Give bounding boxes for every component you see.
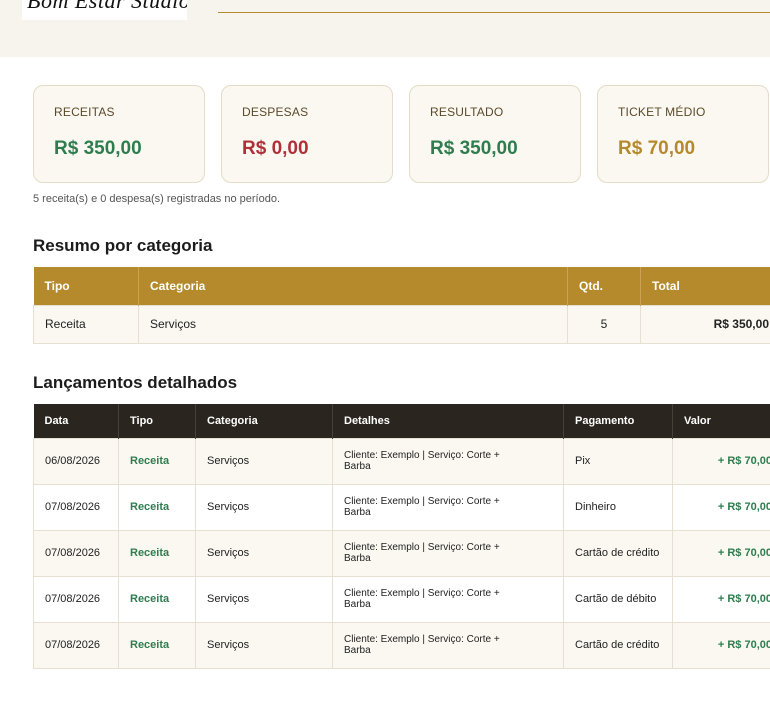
details-title: Lançamentos detalhados xyxy=(33,373,238,392)
cell-valor: + R$ 70,00 xyxy=(672,483,770,531)
cell-pagamento: Cartão de crédito xyxy=(563,529,673,577)
cell-data: 07/08/2026 xyxy=(33,575,119,623)
card-label: RESULTADO xyxy=(430,105,504,119)
cell-categoria: Serviços xyxy=(195,575,333,623)
cell-valor: + R$ 70,00 xyxy=(672,529,770,577)
card-value: R$ 0,00 xyxy=(242,138,309,159)
header-band: Bom Estar Studio xyxy=(0,0,770,57)
cell-total: R$ 350,00 xyxy=(640,304,770,344)
card-value: R$ 350,00 xyxy=(54,138,142,159)
card-despesas: DESPESAS R$ 0,00 xyxy=(221,85,393,183)
table-header-row: Tipo Categoria Qtd. Total xyxy=(33,267,770,305)
entries-table: Data Tipo Categoria Detalhes Pagamento V… xyxy=(33,404,770,669)
cell-detalhes: Cliente: Exemplo | Serviço: Corte + Barb… xyxy=(332,437,564,485)
column-header-categoria[interactable]: Categoria xyxy=(195,404,333,438)
column-header-categoria[interactable]: Categoria xyxy=(138,267,568,305)
summary-title: Resumo por categoria xyxy=(33,236,213,255)
detail-text: Cliente: Exemplo | Serviço: Corte + Barb… xyxy=(344,588,500,610)
column-header-tipo[interactable]: Tipo xyxy=(33,267,139,305)
cell-data: 07/08/2026 xyxy=(33,621,119,669)
table-row[interactable]: 07/08/2026 Receita Serviços Cliente: Exe… xyxy=(33,575,770,623)
cell-categoria: Serviços xyxy=(195,437,333,485)
card-receitas: RECEITAS R$ 350,00 xyxy=(33,85,205,183)
cell-tipo: Receita xyxy=(118,575,196,623)
cell-detalhes: Cliente: Exemplo | Serviço: Corte + Barb… xyxy=(332,621,564,669)
card-label: DESPESAS xyxy=(242,105,309,119)
cell-data: 07/08/2026 xyxy=(33,529,119,577)
category-summary-table: Tipo Categoria Qtd. Total Receita Serviç… xyxy=(33,267,770,344)
column-header-qtd[interactable]: Qtd. xyxy=(567,267,641,305)
logo: Bom Estar Studio xyxy=(22,0,187,20)
column-header-total[interactable]: Total xyxy=(640,267,770,305)
cell-tipo: Receita xyxy=(118,529,196,577)
column-header-valor[interactable]: Valor xyxy=(672,404,770,438)
card-label: TICKET MÉDIO xyxy=(618,105,706,119)
summary-cards: RECEITAS R$ 350,00 DESPESAS R$ 0,00 RESU… xyxy=(33,85,770,183)
column-header-tipo[interactable]: Tipo xyxy=(118,404,196,438)
cell-categoria: Serviços xyxy=(195,483,333,531)
cell-detalhes: Cliente: Exemplo | Serviço: Corte + Barb… xyxy=(332,483,564,531)
detail-text: Cliente: Exemplo | Serviço: Corte + Barb… xyxy=(344,450,500,472)
card-ticket-medio: TICKET MÉDIO R$ 70,00 xyxy=(597,85,769,183)
card-value: R$ 350,00 xyxy=(430,138,518,159)
cell-valor: + R$ 70,00 xyxy=(672,621,770,669)
cell-qtd: 5 xyxy=(567,304,641,344)
column-header-detalhes[interactable]: Detalhes xyxy=(332,404,564,438)
table-header-row: Data Tipo Categoria Detalhes Pagamento V… xyxy=(33,404,770,438)
table-row[interactable]: 06/08/2026 Receita Serviços Cliente: Exe… xyxy=(33,437,770,485)
header-divider xyxy=(218,12,770,13)
cell-pagamento: Cartão de débito xyxy=(563,575,673,623)
cell-tipo: Receita xyxy=(118,437,196,485)
column-header-pagamento[interactable]: Pagamento xyxy=(563,404,673,438)
card-value: R$ 70,00 xyxy=(618,138,696,159)
cell-detalhes: Cliente: Exemplo | Serviço: Corte + Barb… xyxy=(332,529,564,577)
cell-tipo: Receita xyxy=(33,304,139,344)
logo-text: Bom Estar Studio xyxy=(27,0,187,13)
detail-text: Cliente: Exemplo | Serviço: Corte + Barb… xyxy=(344,542,500,564)
card-resultado: RESULTADO R$ 350,00 xyxy=(409,85,581,183)
period-summary-note: 5 receita(s) e 0 despesa(s) registradas … xyxy=(33,193,281,205)
table-row[interactable]: 07/08/2026 Receita Serviços Cliente: Exe… xyxy=(33,621,770,669)
cell-pagamento: Pix xyxy=(563,437,673,485)
cell-tipo: Receita xyxy=(118,483,196,531)
cell-categoria: Serviços xyxy=(195,529,333,577)
cell-categoria: Serviços xyxy=(195,621,333,669)
detail-text: Cliente: Exemplo | Serviço: Corte + Barb… xyxy=(344,496,500,518)
card-label: RECEITAS xyxy=(54,105,115,119)
table-row[interactable]: 07/08/2026 Receita Serviços Cliente: Exe… xyxy=(33,529,770,577)
cell-valor: + R$ 70,00 xyxy=(672,437,770,485)
cell-valor: + R$ 70,00 xyxy=(672,575,770,623)
cell-detalhes: Cliente: Exemplo | Serviço: Corte + Barb… xyxy=(332,575,564,623)
detail-text: Cliente: Exemplo | Serviço: Corte + Barb… xyxy=(344,634,500,656)
cell-tipo: Receita xyxy=(118,621,196,669)
cell-pagamento: Cartão de crédito xyxy=(563,621,673,669)
cell-data: 06/08/2026 xyxy=(33,437,119,485)
table-row[interactable]: 07/08/2026 Receita Serviços Cliente: Exe… xyxy=(33,483,770,531)
cell-data: 07/08/2026 xyxy=(33,483,119,531)
column-header-data[interactable]: Data xyxy=(33,404,119,438)
table-row: Receita Serviços 5 R$ 350,00 xyxy=(33,304,770,344)
cell-pagamento: Dinheiro xyxy=(563,483,673,531)
cell-categoria: Serviços xyxy=(138,304,568,344)
